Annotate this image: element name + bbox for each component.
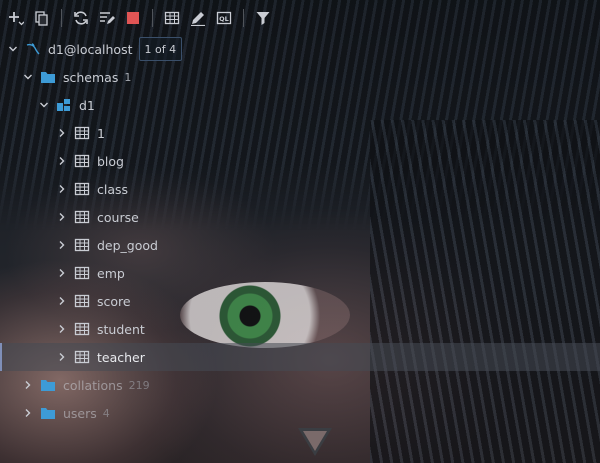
schemas-label: schemas [63, 69, 119, 85]
chevron-right-icon[interactable] [56, 239, 68, 251]
table-label: 1 [97, 125, 105, 141]
database-toolbar: QL [0, 0, 600, 36]
sql-console-icon-text: QL [219, 15, 229, 23]
add-icon [9, 12, 24, 26]
users-label: users [63, 405, 97, 421]
chevron-right-icon[interactable] [56, 323, 68, 335]
table-icon [74, 125, 90, 141]
chevron-right-icon[interactable] [56, 155, 68, 167]
folder-icon [40, 377, 56, 393]
chevron-right-icon[interactable] [56, 127, 68, 139]
tree-node-table-selected[interactable]: teacher [0, 343, 600, 371]
tree-node-table[interactable]: course [0, 203, 600, 231]
tree-node-table[interactable]: emp [0, 259, 600, 287]
tree-node-table[interactable]: score [0, 287, 600, 315]
tree-node-table[interactable]: dep_good [0, 231, 600, 259]
table-icon [74, 181, 90, 197]
edit-button[interactable] [185, 5, 211, 31]
toolbar-separator [152, 9, 153, 27]
schema-icon [56, 97, 72, 113]
table-icon [74, 209, 90, 225]
table-label: course [97, 209, 139, 225]
edit-schema-icon [100, 12, 115, 24]
table-icon [74, 293, 90, 309]
database-label: d1 [79, 97, 95, 113]
table-label: class [97, 181, 129, 197]
table-view-icon [164, 11, 180, 25]
chevron-down-icon[interactable] [22, 71, 34, 83]
collations-label: collations [63, 377, 123, 393]
table-icon [74, 321, 90, 337]
schema-pager-button[interactable]: 1 of 4 [138, 37, 183, 61]
sql-console-icon: QL [216, 11, 232, 25]
tree-node-schemas[interactable]: schemas 1 [0, 63, 600, 91]
pencil-icon [191, 12, 205, 26]
copy-icon [35, 11, 48, 26]
refresh-button[interactable] [68, 5, 94, 31]
table-icon [74, 349, 90, 365]
tree-node-users[interactable]: users 4 [0, 399, 600, 427]
chevron-right-icon[interactable] [22, 379, 34, 391]
table-label: emp [97, 265, 125, 281]
table-label: dep_good [97, 237, 158, 253]
toolbar-separator [61, 9, 62, 27]
chevron-down-icon[interactable] [7, 43, 19, 55]
folder-icon [40, 69, 56, 85]
table-label: teacher [97, 349, 145, 365]
sql-console-button[interactable]: QL [211, 5, 237, 31]
schemas-count: 1 [124, 70, 132, 84]
tree-node-collations[interactable]: collations 219 [0, 371, 600, 399]
stop-icon [127, 12, 139, 24]
chevron-right-icon[interactable] [22, 407, 34, 419]
chevron-down-icon[interactable] [38, 99, 50, 111]
chevron-right-icon[interactable] [56, 267, 68, 279]
copy-button[interactable] [29, 5, 55, 31]
table-view-button[interactable] [159, 5, 185, 31]
tree-node-table[interactable]: student [0, 315, 600, 343]
table-icon [74, 153, 90, 169]
table-label: blog [97, 153, 124, 169]
table-label: student [97, 321, 145, 337]
tree-node-database-d1[interactable]: d1 [0, 91, 600, 119]
filter-icon [256, 12, 270, 25]
tree-node-table[interactable]: class [0, 175, 600, 203]
chevron-right-icon[interactable] [56, 351, 68, 363]
table-icon [74, 237, 90, 253]
tree-node-table[interactable]: blog [0, 147, 600, 175]
chevron-right-icon[interactable] [56, 211, 68, 223]
edit-schema-button[interactable] [94, 5, 120, 31]
users-count: 4 [102, 406, 110, 420]
tree-node-table[interactable]: 1 [0, 119, 600, 147]
refresh-icon [74, 11, 88, 25]
table-icon [74, 265, 90, 281]
toolbar-separator [243, 9, 244, 27]
folder-icon [40, 405, 56, 421]
chevron-right-icon[interactable] [56, 183, 68, 195]
add-button[interactable] [3, 5, 29, 31]
mysql-dolphin-icon [25, 41, 41, 57]
table-label: score [97, 293, 131, 309]
connection-label: d1@localhost [48, 41, 133, 57]
chevron-right-icon[interactable] [56, 295, 68, 307]
tree-node-connection[interactable]: d1@localhost 1 of 4 [0, 35, 600, 63]
filter-button[interactable] [250, 5, 276, 31]
collations-count: 219 [128, 378, 150, 392]
stop-button[interactable] [120, 5, 146, 31]
